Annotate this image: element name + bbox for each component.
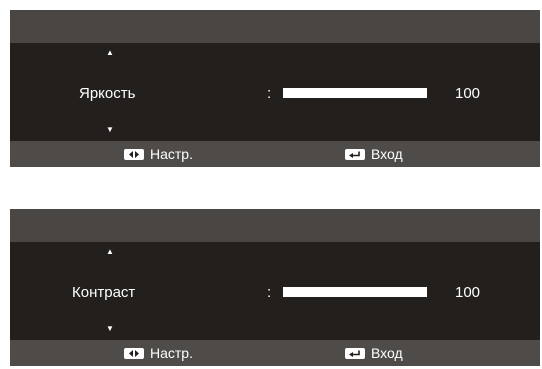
osd-body: ▲ Контраст : 100 ▼ [10, 242, 540, 340]
enter-key-icon [345, 347, 365, 359]
triangle-down-icon[interactable]: ▼ [106, 125, 114, 135]
left-right-key-icon [124, 148, 144, 160]
osd-body: ▲ Яркость : 100 ▼ [10, 43, 540, 141]
contrast-slider-fill [283, 287, 427, 297]
enter-hint[interactable]: Вход [345, 145, 403, 163]
adjust-hint[interactable]: Настр. [124, 344, 193, 362]
enter-label: Вход [371, 146, 403, 162]
osd-header [10, 209, 540, 242]
enter-key-icon [345, 148, 365, 160]
triangle-up-icon[interactable]: ▲ [106, 48, 114, 58]
osd-footer: Настр. Вход [10, 340, 540, 366]
osd-panel-brightness: ▲ Яркость : 100 ▼ Настр. Вход [10, 10, 540, 167]
brightness-label: Яркость [79, 85, 136, 102]
brightness-slider[interactable] [283, 88, 427, 98]
contrast-value: 100 [455, 284, 481, 301]
osd-header [10, 10, 540, 43]
separator: : [267, 85, 272, 102]
brightness-value: 100 [455, 85, 481, 102]
triangle-up-icon[interactable]: ▲ [106, 247, 114, 257]
enter-hint[interactable]: Вход [345, 344, 403, 362]
adjust-label: Настр. [150, 146, 193, 162]
contrast-slider[interactable] [283, 287, 427, 297]
brightness-slider-fill [283, 88, 427, 98]
contrast-label: Контраст [72, 284, 136, 301]
separator: : [267, 284, 272, 301]
triangle-down-icon[interactable]: ▼ [106, 324, 114, 334]
enter-label: Вход [371, 345, 403, 361]
left-right-key-icon [124, 347, 144, 359]
osd-footer: Настр. Вход [10, 141, 540, 167]
adjust-label: Настр. [150, 345, 193, 361]
osd-panel-contrast: ▲ Контраст : 100 ▼ Настр. Вход [10, 209, 540, 366]
adjust-hint[interactable]: Настр. [124, 145, 193, 163]
